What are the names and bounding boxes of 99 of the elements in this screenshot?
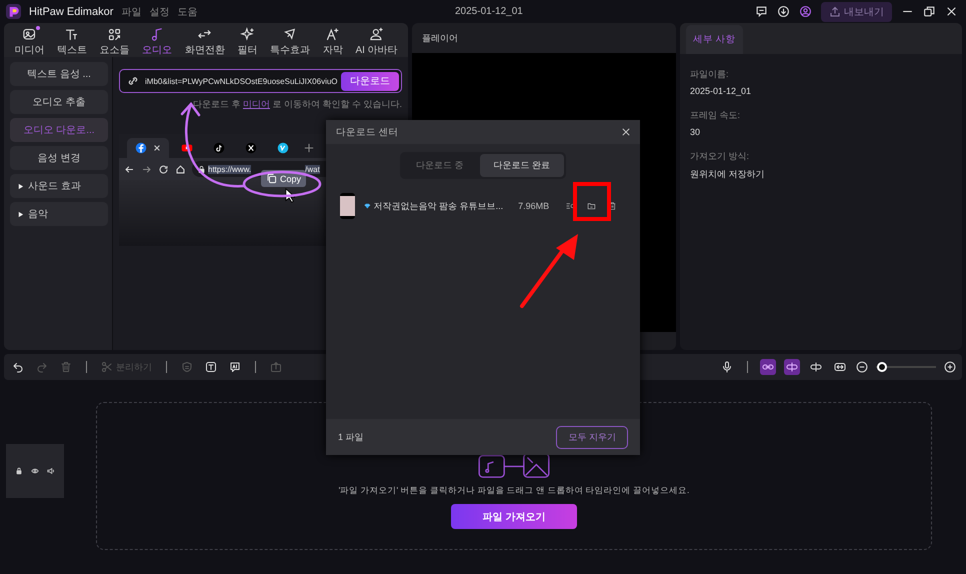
image-icon xyxy=(22,27,37,42)
eye-icon[interactable] xyxy=(31,467,39,475)
scissors-icon xyxy=(101,361,113,373)
letter-a-icon xyxy=(325,27,340,42)
thumbnail-placeholder xyxy=(340,193,355,219)
sidebar-item[interactable]: 오디오 추출 xyxy=(10,90,108,114)
download-button[interactable]: 다운로드 xyxy=(341,72,399,90)
x-icon xyxy=(245,142,257,154)
slider-thumb[interactable] xyxy=(876,362,887,372)
sidebar-item[interactable]: 사운드 효과 xyxy=(10,174,108,198)
back-icon[interactable] xyxy=(124,164,135,174)
tool-button[interactable] xyxy=(784,359,800,375)
toolbar-tab[interactable]: 텍스트 xyxy=(56,25,87,57)
menu-item[interactable]: 도움 xyxy=(177,4,198,18)
details-tab[interactable]: 세부 사항 xyxy=(686,25,743,54)
close-icon[interactable] xyxy=(153,144,161,152)
toolbar-tab[interactable]: 필터 xyxy=(238,25,258,57)
media-link[interactable]: 미디어 xyxy=(242,99,270,109)
feedback-icon[interactable] xyxy=(755,5,768,18)
caret-icon xyxy=(17,182,24,190)
fit-icon xyxy=(834,361,846,373)
diamond-icon xyxy=(364,202,371,210)
toolbar-tab[interactable]: 오디오 xyxy=(142,25,172,57)
split-icon xyxy=(786,361,798,373)
trash-icon xyxy=(60,361,72,373)
ai-box-icon xyxy=(229,361,241,373)
trash-icon[interactable] xyxy=(608,200,617,212)
facebook-icon xyxy=(135,142,147,154)
caret-icon xyxy=(17,210,24,218)
shapes-icon xyxy=(107,27,122,42)
dialog-title: 다운로드 센터 xyxy=(336,126,399,138)
export-button[interactable]: 내보내기 xyxy=(821,2,892,22)
microphone-icon xyxy=(721,361,733,373)
user-icon[interactable] xyxy=(799,5,812,18)
highlight-frame xyxy=(573,182,611,221)
project-title: 2025-01-12_01 xyxy=(455,6,523,17)
copy-icon xyxy=(266,173,277,184)
media-files-icon xyxy=(478,453,550,478)
toolbar-tab[interactable]: 자막 xyxy=(322,25,343,57)
app-logo-icon xyxy=(6,4,21,19)
field-label: 가져오기 방식: xyxy=(690,150,750,163)
field-value: 원위치에 저장하기 xyxy=(690,168,766,181)
zoom-out-icon[interactable] xyxy=(856,361,868,373)
person-icon xyxy=(369,27,384,42)
forward-icon[interactable] xyxy=(141,164,152,174)
new-tab-icon[interactable] xyxy=(304,143,314,153)
clear-all-button[interactable]: 모두 지우기 xyxy=(556,426,628,448)
toolbar-tab[interactable]: 화면전환 xyxy=(184,25,225,57)
field-label: 파일이름: xyxy=(690,68,730,81)
shield-icon xyxy=(181,361,193,373)
browser-tab[interactable] xyxy=(127,138,169,158)
trim-icon xyxy=(810,361,822,373)
megaphone-icon xyxy=(282,27,298,42)
lock-icon[interactable] xyxy=(15,467,23,475)
mouse-cursor-icon xyxy=(285,188,295,203)
sidebar-item[interactable]: 음악 xyxy=(10,202,108,226)
dialog-tab[interactable]: 다운로드 완료 xyxy=(480,154,564,177)
lock-icon xyxy=(198,164,205,174)
undo-icon xyxy=(12,361,24,373)
tool-button[interactable] xyxy=(203,359,219,375)
tool-button[interactable] xyxy=(760,359,776,375)
field-value: 2025-01-12_01 xyxy=(690,86,752,96)
tray-icon xyxy=(270,361,282,373)
toolbar-tab[interactable]: 미디어 xyxy=(14,25,44,57)
reload-icon[interactable] xyxy=(158,164,169,174)
vimeo-icon xyxy=(277,142,289,154)
import-hint-text: '파일 가져오기' 버튼을 클릭하거나 파일을 드래그 앤 드롭하여 타임라인에 끌어넣으세요. xyxy=(338,485,690,497)
menu-item[interactable]: 설정 xyxy=(149,4,170,18)
zoom-in-icon[interactable] xyxy=(944,361,956,373)
player-title: 플레이어 xyxy=(422,32,458,44)
file-title: 저작권없는음악 팜송 유튜브브... xyxy=(374,200,504,212)
sparkle-icon xyxy=(240,27,256,42)
sidebar-item[interactable]: 음성 변경 xyxy=(10,146,108,170)
download-icon[interactable] xyxy=(777,5,790,18)
toolbar-tab[interactable]: 특수효과 xyxy=(270,25,310,57)
toolbar-tab[interactable]: AI 아바타 xyxy=(355,25,398,57)
speaker-icon[interactable] xyxy=(47,467,55,475)
download-hint-text: 다운로드 후 미디어 로 이동하여 확인할 수 있습니다. xyxy=(192,98,402,111)
text-box-icon xyxy=(205,361,217,373)
field-label: 프레임 속도: xyxy=(690,109,742,122)
field-value: 30 xyxy=(690,127,702,137)
music-note-icon xyxy=(150,27,165,42)
home-icon[interactable] xyxy=(175,164,186,174)
url-input-field[interactable]: iMb0&list=PLWyPCwNLkDSOstE9uoseSuLiJIX06viuO xyxy=(126,74,341,88)
tiktok-icon xyxy=(213,142,225,154)
text-icon xyxy=(64,27,80,42)
close-icon[interactable] xyxy=(622,128,630,136)
upload-icon xyxy=(829,6,841,18)
close-icon[interactable] xyxy=(945,5,958,18)
dialog-tab[interactable]: 다운로드 중 xyxy=(402,154,478,177)
app-name: HitPaw Edimakor xyxy=(29,6,114,18)
redo-icon xyxy=(36,361,48,373)
sidebar-item[interactable]: 텍스트 음성 ... xyxy=(10,62,108,86)
file-size: 7.96MB xyxy=(518,201,550,211)
restore-icon[interactable] xyxy=(923,5,936,18)
toolbar-tab[interactable]: 요소들 xyxy=(100,25,130,57)
file-count: 1 파일 xyxy=(338,430,364,444)
import-files-button[interactable]: 파일 가져오기 xyxy=(451,504,577,529)
menu-item[interactable]: 파일 xyxy=(121,4,142,18)
